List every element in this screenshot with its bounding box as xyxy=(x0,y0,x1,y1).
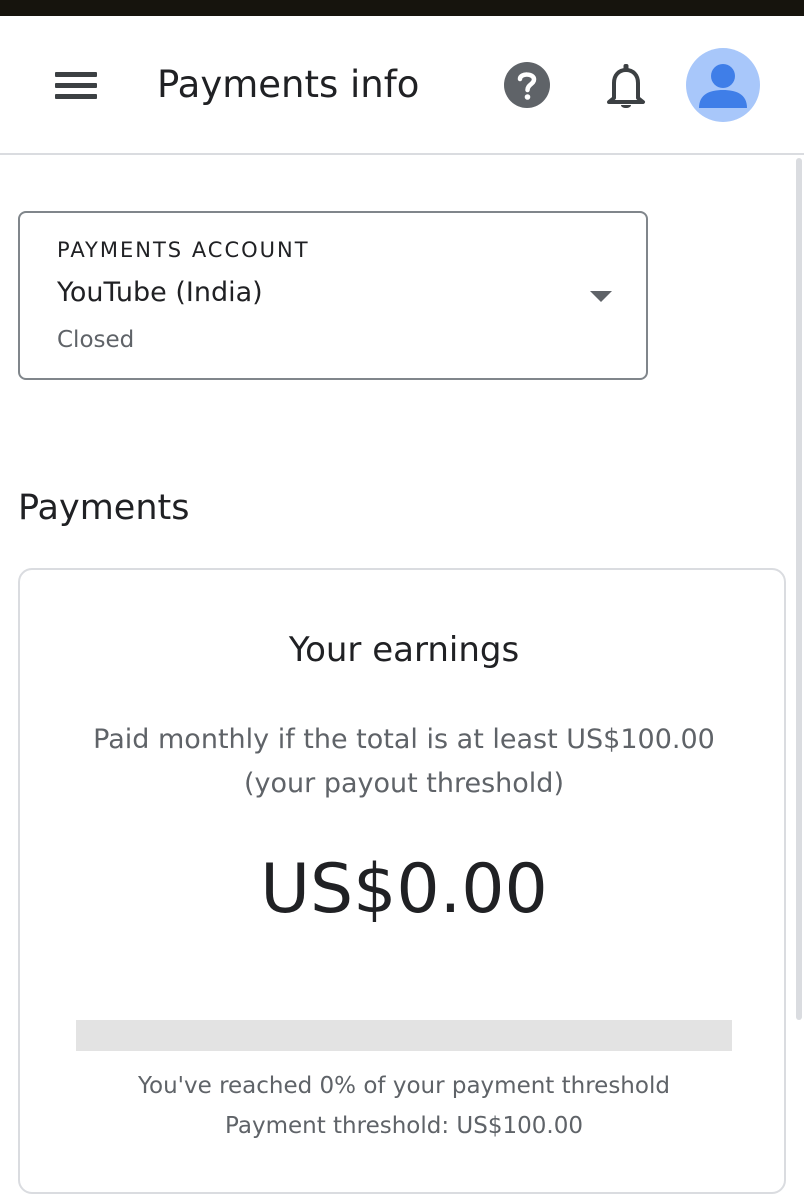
threshold-reached-text: You've reached 0% of your payment thresh… xyxy=(138,1073,670,1099)
threshold-note: You've reached 0% of your payment thresh… xyxy=(20,1066,788,1146)
earnings-description-line2: (your payout threshold) xyxy=(244,768,564,799)
app-bar: Payments info xyxy=(0,16,804,155)
earnings-title: Your earnings xyxy=(288,630,520,670)
payments-account-label: PAYMENTS ACCOUNT xyxy=(57,238,310,262)
menu-icon-bar xyxy=(55,93,97,99)
help-button[interactable] xyxy=(502,60,552,110)
threshold-amount-text: Payment threshold: US$100.00 xyxy=(225,1113,583,1139)
earnings-description: Paid monthly if the total is at least US… xyxy=(60,718,748,806)
person-icon xyxy=(699,64,747,108)
earnings-amount: US$0.00 xyxy=(260,850,548,929)
menu-button[interactable] xyxy=(44,62,108,108)
threshold-progress-bar xyxy=(76,1020,732,1051)
account-avatar[interactable] xyxy=(686,48,760,122)
payments-account-dropdown[interactable]: PAYMENTS ACCOUNT YouTube (India) Closed xyxy=(18,211,648,380)
payments-account-name: YouTube (India) xyxy=(57,277,263,308)
earnings-card: Your earnings Paid monthly if the total … xyxy=(18,568,786,1194)
payments-heading: Payments xyxy=(18,488,190,528)
scrollbar[interactable] xyxy=(796,158,802,1020)
menu-icon-bar xyxy=(55,82,97,88)
chevron-down-icon xyxy=(590,291,612,302)
help-icon xyxy=(504,62,550,108)
status-bar-strip xyxy=(0,0,804,16)
earnings-description-line1: Paid monthly if the total is at least US… xyxy=(93,724,715,755)
notifications-button[interactable] xyxy=(602,60,650,112)
page-title: Payments info xyxy=(157,63,420,106)
menu-icon xyxy=(55,71,97,77)
bell-icon xyxy=(607,64,645,108)
payments-account-status: Closed xyxy=(57,327,135,353)
